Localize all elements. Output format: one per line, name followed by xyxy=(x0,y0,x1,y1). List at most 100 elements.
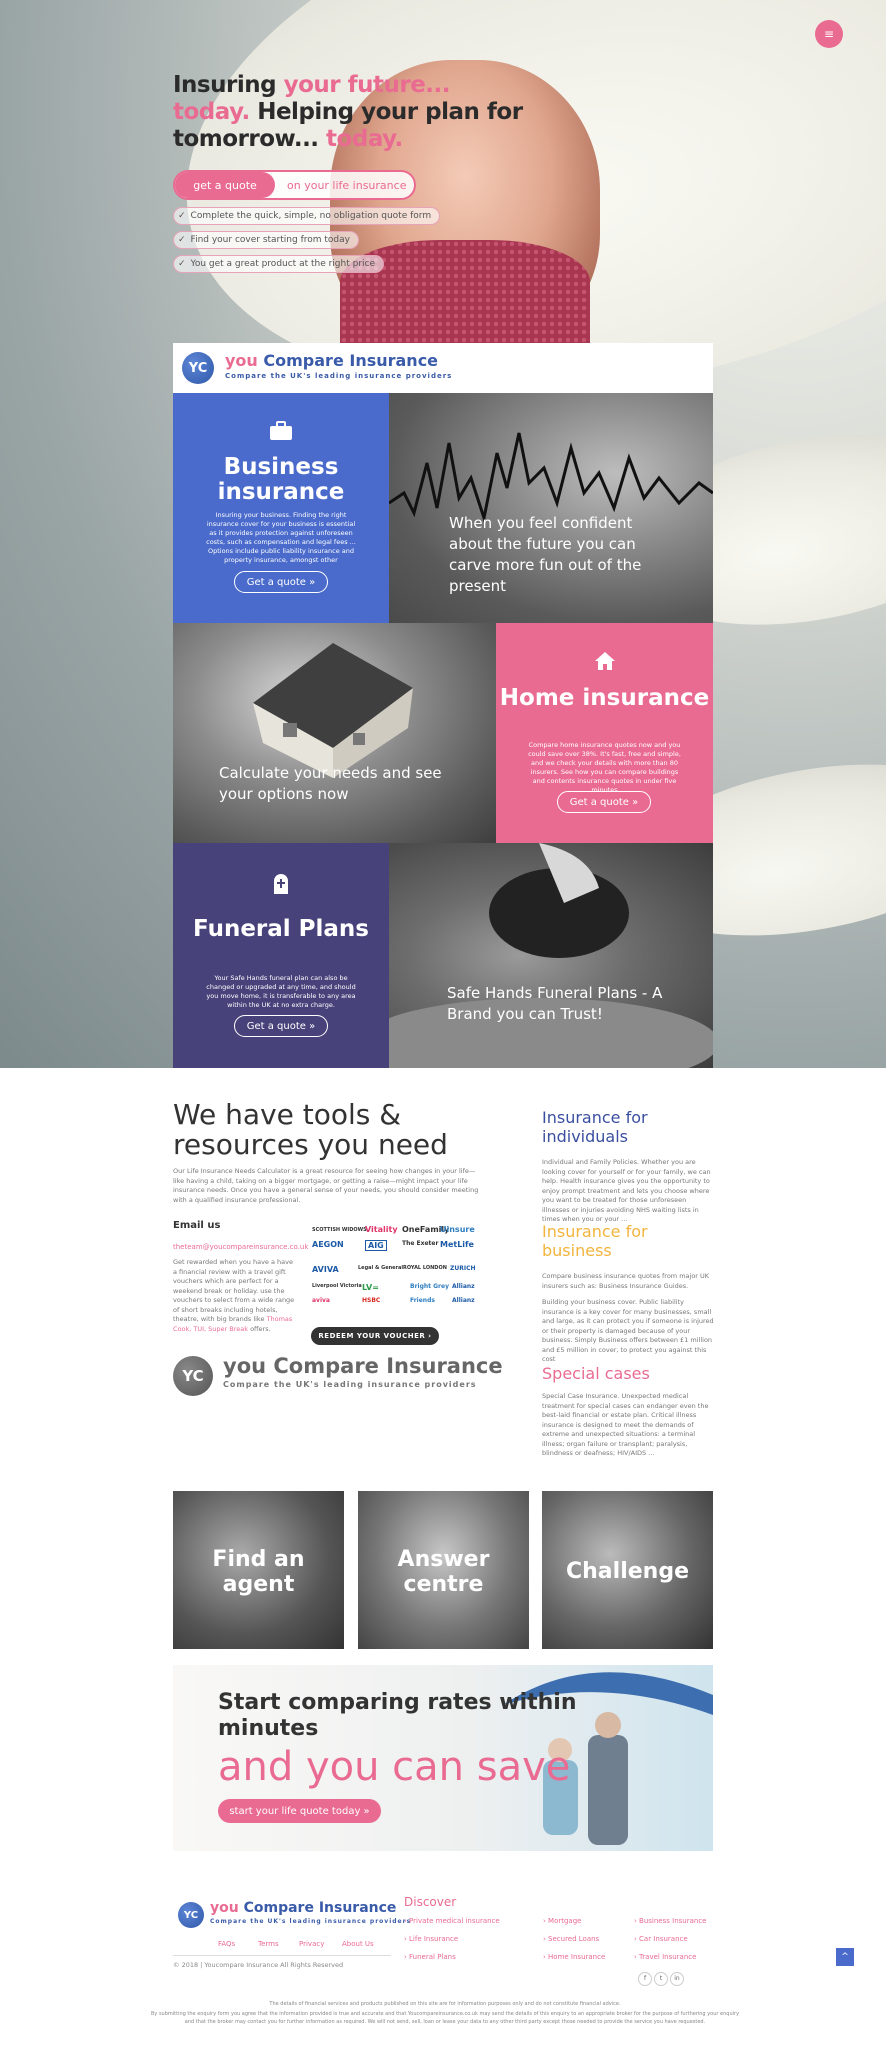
brand-logo: HSBC xyxy=(362,1297,381,1304)
discover-heading: Discover xyxy=(404,1895,457,1909)
challenge-tile[interactable]: Challenge xyxy=(542,1491,713,1649)
footer-link[interactable]: › Mortgage xyxy=(543,1917,581,1925)
footer-link-privacy[interactable]: Privacy xyxy=(299,1940,324,1948)
headstone-icon xyxy=(173,873,389,901)
hero-headline-part: tomorrow... xyxy=(173,126,319,152)
redeem-voucher-button[interactable]: REDEEM YOUR VOUCHER › xyxy=(311,1327,439,1345)
footer-link-label: Home Insurance xyxy=(548,1953,606,1961)
footer-link-terms[interactable]: Terms xyxy=(258,1940,279,1948)
footer-link-label: Funeral Plans xyxy=(409,1953,456,1961)
linkedin-icon[interactable]: in xyxy=(670,1972,684,1986)
briefcase-icon xyxy=(173,421,389,447)
brand-logo: Bright Grey xyxy=(410,1283,449,1290)
compare-title: Start comparing rates within minutes xyxy=(218,1690,577,1741)
menu-button[interactable]: ≡ xyxy=(815,20,843,48)
check-icon: ✓ xyxy=(178,211,186,221)
safe-hands-photo-tile: Safe Hands Funeral Plans - A Brand you c… xyxy=(389,843,713,1068)
business-insurance-text: Insuring your business. Finding the righ… xyxy=(206,511,356,564)
funeral-plans-title: Funeral Plans xyxy=(193,916,369,942)
confident-caption: When you feel confident about the future… xyxy=(449,514,642,595)
brand-logo: Allianz xyxy=(452,1283,475,1290)
footer-link-label: Life Insurance xyxy=(409,1935,459,1943)
copyright: © 2018 | Youcompare Insurance All Rights… xyxy=(173,1961,344,1969)
brand-logo: ROYAL LONDON xyxy=(403,1265,447,1271)
house-image xyxy=(253,643,413,778)
business-text-2: Building your business cover. Public lia… xyxy=(542,1298,714,1363)
logo-name[interactable]: you Compare Insurance xyxy=(225,351,438,370)
brand-logo: Uinsure xyxy=(440,1225,475,1234)
footer-link[interactable]: › Funeral Plans xyxy=(404,1953,456,1961)
business-get-quote-button[interactable]: Get a quote » xyxy=(234,571,328,593)
logo-mark[interactable]: YC xyxy=(182,352,214,384)
disclaimer-2: By submitting the enquiry form you agree… xyxy=(150,2011,740,2025)
funeral-get-quote-button[interactable]: Get a quote » xyxy=(234,1015,328,1037)
feature-check: ✓ Complete the quick, simple, no obligati… xyxy=(173,207,441,225)
hero-headline-part: Insuring xyxy=(173,72,284,98)
brand-logo: LV= xyxy=(362,1283,379,1292)
footer-link[interactable]: › Travel Insurance xyxy=(634,1953,696,1961)
funeral-plans-text: Your Safe Hands funeral plan can also be… xyxy=(206,974,356,1009)
safe-hands-caption: Safe Hands Funeral Plans - A Brand you c… xyxy=(447,984,663,1023)
feature-check-label: Complete the quick, simple, no obligatio… xyxy=(190,211,432,221)
footer-link-label: Private medical insurance xyxy=(409,1917,500,1925)
business-insurance-tile: Business insurance Insuring your busines… xyxy=(173,393,389,623)
brand-logo: aviva xyxy=(312,1297,330,1304)
hero-quote-bar: get a quote on your life insurance xyxy=(173,170,416,200)
voucher-text-part: Get rewarded when you have a have a fina… xyxy=(173,1258,295,1323)
back-to-top-button[interactable]: ^ xyxy=(836,1948,854,1966)
footer-link[interactable]: › Business Insurance xyxy=(634,1917,706,1925)
answer-centre-title: Answer centre xyxy=(397,1547,490,1597)
feature-check-label: You get a great product at the right pri… xyxy=(190,259,376,269)
footer-link-about[interactable]: About Us xyxy=(342,1940,374,1948)
footer-link-label: Business Insurance xyxy=(639,1917,707,1925)
footer-link[interactable]: › Life Insurance xyxy=(404,1935,458,1943)
funeral-plans-tile: Funeral Plans Your Safe Hands funeral pl… xyxy=(173,843,389,1068)
brand-logo: Allianz xyxy=(452,1297,475,1304)
feature-check: ✓ Find your cover starting from today xyxy=(173,231,359,249)
footer-logo-mark: YC xyxy=(173,1356,213,1396)
hero-headline-part: your future... xyxy=(283,72,451,98)
get-a-quote-button[interactable]: get a quote xyxy=(175,172,275,198)
logo-name-part: Compare Insurance xyxy=(273,1354,503,1378)
calculate-caption: Calculate your needs and see your option… xyxy=(219,764,442,803)
individuals-heading: Insurance for individuals xyxy=(542,1108,648,1146)
facebook-icon[interactable]: f xyxy=(638,1972,652,1986)
challenge-title: Challenge xyxy=(566,1559,689,1584)
footer-logo-name[interactable]: you Compare Insurance xyxy=(210,1900,396,1916)
brand-logo: Liverpool Victoria xyxy=(312,1283,362,1289)
home-insurance-text: Compare home insurance quotes now and yo… xyxy=(528,741,681,794)
footer-link[interactable]: › Private medical insurance xyxy=(404,1917,500,1925)
start-life-quote-button[interactable]: start your life quote today » xyxy=(218,1799,381,1823)
hero-quote-text[interactable]: on your life insurance xyxy=(287,179,406,192)
answer-centre-tile[interactable]: Answer centre xyxy=(358,1491,529,1649)
hero-headline: Insuring your future... today. Helping y… xyxy=(173,72,573,153)
brand-logo: Vitality xyxy=(365,1225,398,1234)
voucher-text-part: offers. xyxy=(248,1324,271,1333)
footer-link-faqs[interactable]: FAQs xyxy=(218,1940,235,1948)
brand-logo: AEGON xyxy=(312,1240,344,1249)
find-agent-tile[interactable]: Find an agent xyxy=(173,1491,344,1649)
twitter-icon[interactable]: t xyxy=(654,1972,668,1986)
hero-headline-part: today. xyxy=(173,99,250,125)
voucher-text: Get rewarded when you have a have a fina… xyxy=(173,1258,298,1334)
footer-link[interactable]: › Secured Loans xyxy=(543,1935,599,1943)
footer-link-label: Secured Loans xyxy=(548,1935,600,1943)
disclaimer-1: The details of financial services and pr… xyxy=(269,2001,621,2007)
tools-intro: Our Life Insurance Needs Calculator is a… xyxy=(173,1167,479,1204)
grey-logo-name: you Compare Insurance xyxy=(223,1354,503,1378)
brand-logo: Friends xyxy=(410,1297,435,1304)
brand-logo: The Exeter xyxy=(402,1240,439,1247)
footer-logo-tagline: Compare the UK's leading insurance provi… xyxy=(210,1918,412,1925)
footer-link[interactable]: › Home Insurance xyxy=(543,1953,605,1961)
home-insurance-tile: Home insurance Compare home insurance qu… xyxy=(496,623,713,843)
logo-tagline: Compare the UK's leading insurance provi… xyxy=(225,372,453,380)
brand-logo: AVIVA xyxy=(312,1265,339,1274)
brand-logo: ZURICH xyxy=(450,1265,476,1272)
confident-photo-tile: When you feel confident about the future… xyxy=(389,393,713,623)
business-text-1: Compare business insurance quotes from m… xyxy=(542,1272,710,1290)
footer-logo-mark[interactable]: YC xyxy=(178,1902,204,1928)
email-link[interactable]: theteam@youcompareinsurance.co.uk xyxy=(173,1243,308,1251)
footer-link[interactable]: › Car Insurance xyxy=(634,1935,688,1943)
home-get-quote-button[interactable]: Get a quote » xyxy=(557,791,651,813)
logo-name-part: you xyxy=(210,1900,244,1916)
